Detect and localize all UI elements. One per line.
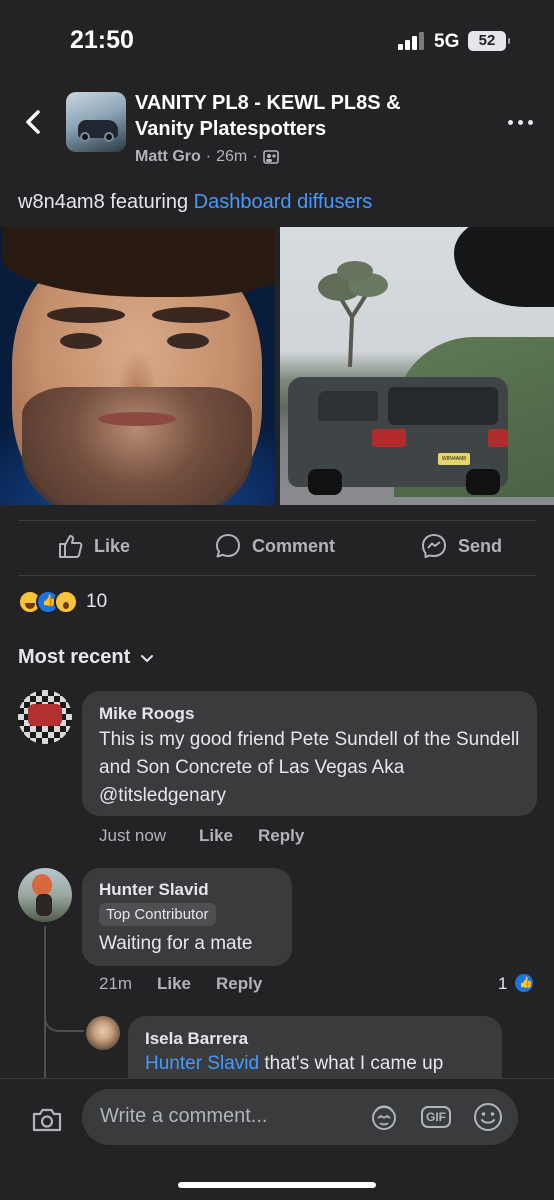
status-bar: 21:50 5G 52: [0, 0, 554, 80]
comment-author[interactable]: Isela Barrera: [145, 1029, 248, 1049]
post-author[interactable]: Matt Gro: [135, 148, 201, 166]
avatar[interactable]: [18, 868, 72, 922]
reaction-count: 10: [86, 591, 108, 612]
send-button[interactable]: Send: [420, 532, 502, 560]
camera-icon: [32, 1108, 62, 1132]
comment-reply-button[interactable]: Reply: [216, 974, 262, 994]
featuring-link[interactable]: Dashboard diffusers: [194, 191, 373, 213]
status-time: 21:50: [70, 26, 134, 54]
divider: [18, 575, 536, 576]
comment-button[interactable]: Comment: [214, 532, 335, 560]
comment-like-count[interactable]: 1: [498, 974, 507, 994]
like-button[interactable]: Like: [56, 532, 130, 560]
comment-text: Waiting for a mate: [99, 933, 253, 954]
comment-like-button[interactable]: Like: [157, 974, 191, 994]
battery-icon: 52: [468, 31, 510, 51]
comment-author[interactable]: Hunter Slavid: [99, 880, 209, 900]
group-name[interactable]: VANITY PL8 - KEWL PL8S & Vanity Platespo…: [135, 90, 465, 142]
post-text: w8n4am8 featuring Dashboard diffusers: [18, 191, 372, 214]
avatar-sticker-icon: [372, 1105, 396, 1130]
chevron-left-icon: [26, 110, 40, 134]
back-button[interactable]: [20, 104, 48, 140]
post-photo-portrait[interactable]: [0, 227, 275, 505]
sort-label: Most recent: [18, 646, 131, 668]
post-actions: Like Comment Send: [0, 520, 554, 576]
group-avatar[interactable]: [66, 92, 126, 152]
post-header: VANITY PL8 - KEWL PL8S & Vanity Platespo…: [0, 80, 554, 180]
comment-author[interactable]: Mike Roogs: [99, 704, 194, 724]
comment-reply-button[interactable]: Reply: [258, 826, 304, 846]
comment-text: This is my good friend Pete Sundell of t…: [99, 729, 520, 806]
post-body: w8n4am8 featuring: [18, 191, 189, 213]
gif-button[interactable]: GIF: [420, 1101, 452, 1133]
comment-sort-dropdown[interactable]: Most recent: [18, 646, 154, 669]
emoji-icon: [474, 1103, 502, 1131]
send-label: Send: [458, 535, 503, 556]
thumbs-up-icon: [59, 535, 83, 558]
network-type: 5G: [434, 31, 460, 52]
home-indicator[interactable]: [178, 1182, 376, 1188]
comment-input-placeholder: Write a comment...: [100, 1105, 268, 1127]
like-label: Like: [94, 535, 131, 556]
comment-like-button[interactable]: Like: [199, 826, 233, 846]
group-members-icon: [262, 150, 279, 164]
post-meta: Matt Gro · 26m ·: [135, 148, 279, 166]
comment-time: Just now: [99, 826, 167, 845]
chevron-down-icon: [141, 654, 154, 662]
messenger-icon: [422, 534, 446, 558]
comment-time: 21m: [99, 974, 133, 993]
reply-connector: [44, 1002, 84, 1032]
avatar-sticker-button[interactable]: [368, 1101, 400, 1133]
avatar[interactable]: [18, 690, 72, 744]
cellular-signal-icon: [398, 32, 426, 50]
comment-text: Hunter Slavid that's what I came up: [145, 1050, 495, 1078]
gif-label: GIF: [426, 1110, 446, 1124]
like-reaction-icon: [513, 972, 535, 994]
more-options-button[interactable]: [508, 120, 534, 126]
avatar[interactable]: [86, 1016, 120, 1050]
license-plate: W8N4AM8: [438, 453, 470, 465]
post-time[interactable]: 26m: [216, 148, 247, 166]
comment-icon: [216, 534, 240, 558]
emoji-button[interactable]: [472, 1101, 504, 1133]
reply-body: that's what I came up: [264, 1053, 444, 1074]
meta-separator: ·: [252, 148, 258, 165]
mention-link[interactable]: Hunter Slavid: [145, 1053, 259, 1074]
post-photo-car[interactable]: W8N4AM8: [280, 227, 554, 505]
top-contributor-badge: Top Contributor: [99, 903, 216, 926]
reactions-summary[interactable]: 10: [18, 590, 107, 614]
meta-separator: ·: [205, 148, 212, 165]
comment-label: Comment: [252, 535, 336, 556]
wow-reaction-icon: [54, 590, 78, 614]
camera-button[interactable]: [30, 1103, 64, 1137]
comment-input[interactable]: Write a comment... GIF: [82, 1089, 518, 1145]
